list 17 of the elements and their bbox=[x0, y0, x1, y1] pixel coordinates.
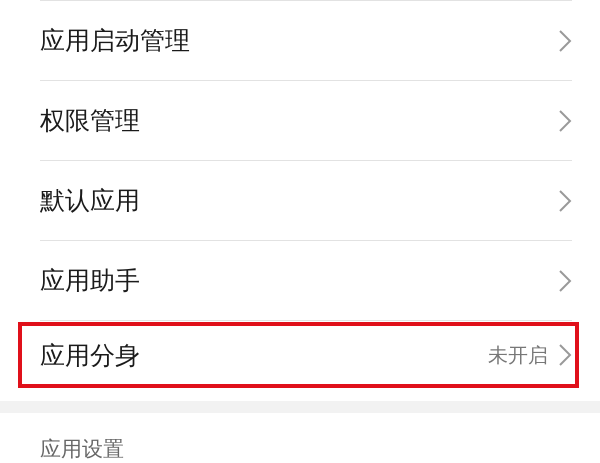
settings-item[interactable]: 应用启动管理 bbox=[40, 1, 572, 81]
chevron-right-icon bbox=[558, 188, 572, 212]
chevron-right-icon bbox=[558, 343, 572, 367]
section-header: 应用设置 bbox=[39, 436, 125, 463]
settings-item[interactable]: 应用助手 bbox=[40, 241, 572, 321]
settings-item[interactable]: 默认应用 bbox=[40, 161, 572, 241]
settings-item-label: 默认应用 bbox=[40, 185, 141, 217]
settings-item-label: 应用分身 bbox=[40, 340, 141, 372]
chevron-right-icon bbox=[558, 268, 572, 292]
settings-item-label: 应用助手 bbox=[40, 265, 141, 297]
settings-item[interactable]: 应用分身 未开启 bbox=[40, 326, 572, 384]
chevron-right-icon bbox=[558, 108, 572, 132]
settings-item[interactable]: 权限管理 bbox=[40, 81, 572, 161]
chevron-right-icon bbox=[558, 28, 572, 52]
settings-item-label: 应用启动管理 bbox=[40, 25, 191, 57]
status-text: 未开启 bbox=[488, 342, 548, 368]
settings-item-label: 权限管理 bbox=[40, 105, 141, 137]
